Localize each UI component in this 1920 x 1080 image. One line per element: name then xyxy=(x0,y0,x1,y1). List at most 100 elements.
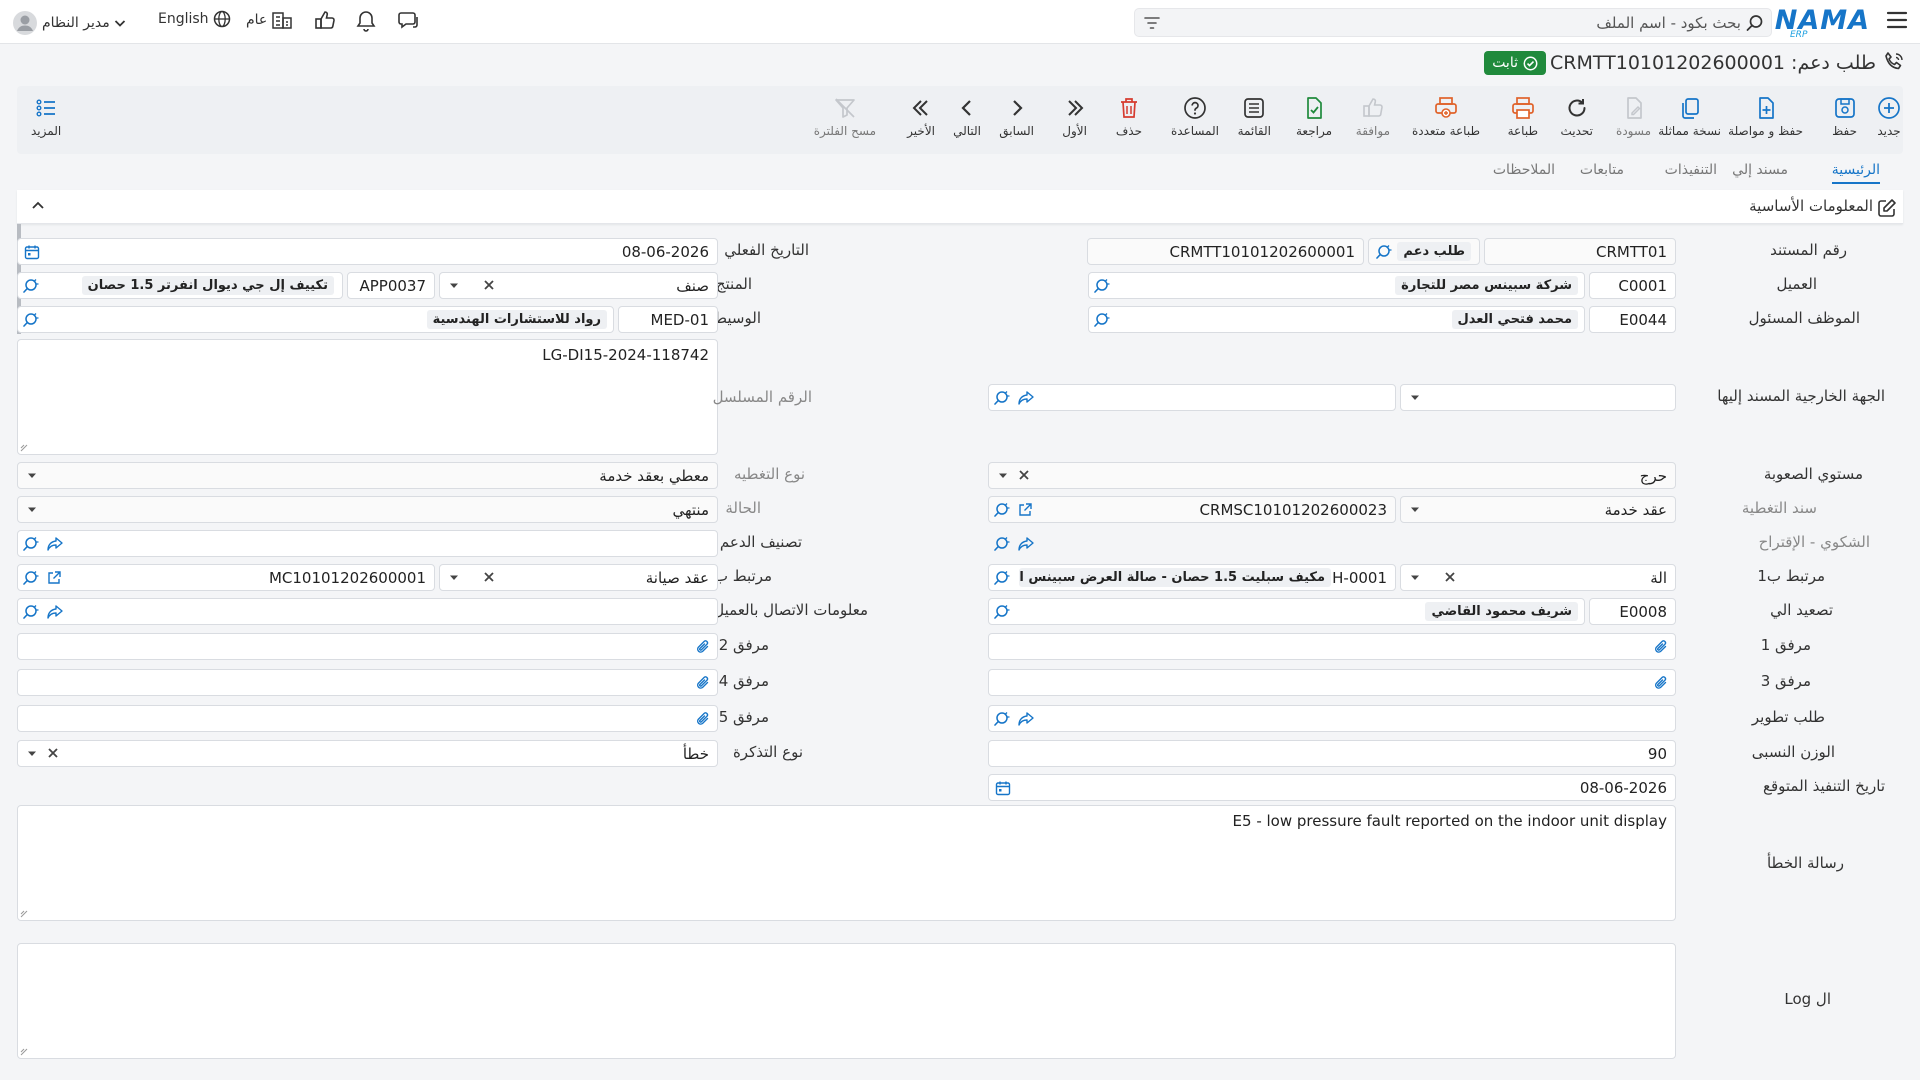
delete-button[interactable]: حذف xyxy=(1116,96,1142,138)
last-button[interactable]: الأخير xyxy=(907,96,935,138)
external-link-icon[interactable] xyxy=(46,570,62,586)
share-arrow-icon[interactable] xyxy=(46,536,64,552)
menu-icon[interactable] xyxy=(1886,10,1908,30)
basic-info-header[interactable]: المعلومات الأساسية xyxy=(17,190,1903,224)
coverage-doc-number-field[interactable]: CRMSC10101202600023 xyxy=(988,496,1396,523)
search-icon[interactable] xyxy=(1746,14,1764,32)
calendar-icon[interactable] xyxy=(995,780,1011,796)
search-lookup-icon[interactable] xyxy=(22,312,40,328)
support-class-lookup[interactable] xyxy=(17,530,718,557)
clear-x-icon[interactable] xyxy=(1443,570,1457,584)
caret-down-icon[interactable] xyxy=(448,574,460,582)
multi-print-button[interactable]: طباعة متعددة xyxy=(1412,96,1480,138)
search-lookup-icon[interactable] xyxy=(993,390,1011,406)
actual-date-field[interactable]: 08-06-2026 xyxy=(17,238,718,265)
caret-down-icon[interactable] xyxy=(26,506,38,514)
tab-notes[interactable]: الملاحظات xyxy=(1493,162,1555,178)
search-lookup-icon[interactable] xyxy=(993,604,1011,620)
search-lookup-icon[interactable] xyxy=(993,570,1011,586)
paperclip-icon[interactable] xyxy=(695,711,711,727)
complaint-lookup[interactable] xyxy=(988,530,1676,557)
log-textarea[interactable] xyxy=(17,943,1676,1059)
contact-info-lookup[interactable] xyxy=(17,598,718,625)
new-button[interactable]: جديد xyxy=(1877,96,1901,138)
draft-button[interactable]: مسودة xyxy=(1616,96,1651,138)
help-button[interactable]: المساعدة xyxy=(1171,96,1219,138)
chevron-up-icon[interactable] xyxy=(31,200,45,210)
clear-x-icon[interactable] xyxy=(1017,468,1031,482)
customer-name-field[interactable]: شركة سبينس مصر للتجارة xyxy=(1088,272,1585,299)
ticket-type-select[interactable]: خطأ xyxy=(17,740,718,767)
nama-logo[interactable]: NAMA ERP xyxy=(1775,5,1870,40)
first-button[interactable]: الأول xyxy=(1062,96,1087,138)
escalate-name-field[interactable]: شريف محمود القاضي xyxy=(988,598,1585,625)
search-lookup-icon[interactable] xyxy=(1375,244,1393,260)
list-button[interactable]: القائمة xyxy=(1238,96,1271,138)
search-lookup-icon[interactable] xyxy=(22,278,40,294)
doc-number-code-field[interactable]: CRMTT01 xyxy=(1484,238,1676,265)
external-party-lookup[interactable] xyxy=(988,384,1396,411)
paperclip-icon[interactable] xyxy=(1653,675,1669,691)
linked2-number-field[interactable]: MC10101202600001 xyxy=(17,564,435,591)
paperclip-icon[interactable] xyxy=(695,675,711,691)
search-lookup-icon[interactable] xyxy=(22,570,40,586)
review-button[interactable]: مراجعة xyxy=(1296,96,1332,138)
resize-grip-icon[interactable] xyxy=(20,444,28,452)
attach5-field[interactable] xyxy=(17,705,718,732)
employee-code-field[interactable]: E0044 xyxy=(1589,306,1676,333)
resize-grip-icon[interactable] xyxy=(20,910,28,918)
dev-request-lookup[interactable] xyxy=(988,705,1676,732)
company-scope[interactable]: عام xyxy=(246,10,293,30)
attach2-field[interactable] xyxy=(17,633,718,660)
customer-code-field[interactable]: C0001 xyxy=(1589,272,1676,299)
difficulty-select[interactable]: حرج xyxy=(988,462,1676,489)
caret-down-icon[interactable] xyxy=(1409,506,1421,514)
duplicate-button[interactable]: نسخة مماثلة xyxy=(1658,96,1721,138)
refresh-button[interactable]: تحديث xyxy=(1560,96,1593,138)
doc-number-field[interactable]: CRMTT10101202600001 xyxy=(1087,238,1364,265)
external-link-icon[interactable] xyxy=(1017,502,1033,518)
broker-name-field[interactable]: رواد للاستشارات الهندسية xyxy=(17,306,614,333)
calendar-icon[interactable] xyxy=(24,244,40,260)
attach1-field[interactable] xyxy=(988,633,1676,660)
share-arrow-icon[interactable] xyxy=(1017,536,1035,552)
status-select[interactable]: منتهي xyxy=(17,496,718,523)
product-name-field[interactable]: تكييف إل جي ديوال انفرتر 1.5 حصان xyxy=(17,272,343,299)
resize-grip-icon[interactable] xyxy=(20,1048,28,1056)
search-lookup-icon[interactable] xyxy=(1093,312,1111,328)
search-lookup-icon[interactable] xyxy=(993,711,1011,727)
tab-assigned-to[interactable]: مسند إلي xyxy=(1732,162,1788,178)
caret-down-icon[interactable] xyxy=(1409,394,1421,402)
coverage-type-select[interactable]: معطي بعقد خدمة xyxy=(17,462,718,489)
tab-main[interactable]: الرئيسية xyxy=(1831,162,1881,184)
paperclip-icon[interactable] xyxy=(695,639,711,655)
attach4-field[interactable] xyxy=(17,669,718,696)
more-button[interactable]: المزيد xyxy=(31,96,61,138)
search-lookup-icon[interactable] xyxy=(993,536,1011,552)
caret-down-icon[interactable] xyxy=(997,472,1009,480)
thumbs-up-icon[interactable] xyxy=(314,10,336,30)
coverage-doc-kind-select[interactable]: عقد خدمة xyxy=(1400,496,1676,523)
user-menu[interactable]: مدير النظام xyxy=(12,10,126,36)
linked2-kind-select[interactable]: عقد صيانة xyxy=(439,564,718,591)
clear-filter-button[interactable]: مسح الفلترة xyxy=(814,96,876,138)
next-button[interactable]: التالي xyxy=(953,96,981,138)
product-code-field[interactable]: APP0037 xyxy=(347,272,435,299)
linked1-kind-select[interactable]: الة xyxy=(1400,564,1676,591)
bell-icon[interactable] xyxy=(356,10,376,32)
caret-down-icon[interactable] xyxy=(448,282,460,290)
caret-down-icon[interactable] xyxy=(26,750,38,758)
employee-name-field[interactable]: محمد فتحي العدل xyxy=(1088,306,1585,333)
paperclip-icon[interactable] xyxy=(1653,639,1669,655)
previous-button[interactable]: السابق xyxy=(999,96,1034,138)
weight-input[interactable]: 90 xyxy=(988,740,1676,767)
share-arrow-icon[interactable] xyxy=(1017,390,1035,406)
tab-follow-ups[interactable]: متابعات xyxy=(1580,162,1624,178)
share-arrow-icon[interactable] xyxy=(46,604,64,620)
search-lookup-icon[interactable] xyxy=(1093,278,1111,294)
product-kind-field[interactable]: صنف xyxy=(439,272,718,299)
search-lookup-icon[interactable] xyxy=(22,604,40,620)
save-button[interactable]: حفظ xyxy=(1832,96,1857,138)
search-lookup-icon[interactable] xyxy=(22,536,40,552)
clear-x-icon[interactable] xyxy=(482,570,496,584)
